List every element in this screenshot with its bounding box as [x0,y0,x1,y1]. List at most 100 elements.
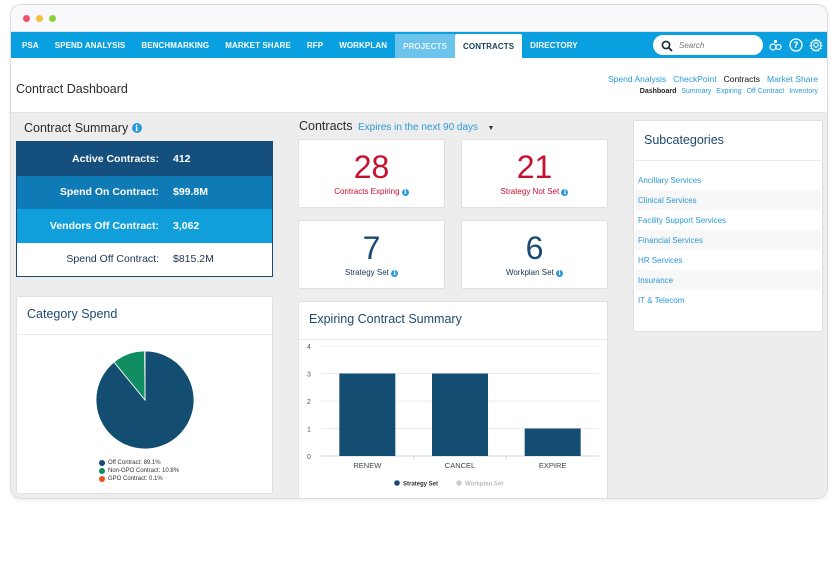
stat-value: 6 [525,230,544,266]
maximize-window-button[interactable] [49,15,56,22]
subcategory-it-telecom[interactable]: IT & Telecom [635,290,821,310]
info-icon[interactable]: i [401,189,409,196]
chevron-down-icon[interactable]: ▼ [488,125,495,132]
bar-expire[interactable] [524,428,581,457]
bar-renew[interactable] [339,373,396,457]
nav-spend-analysis[interactable]: SPEND ANALYSIS [47,32,134,58]
subnav-expiring[interactable]: Expiring [716,88,741,95]
nav-workplan[interactable]: WORKPLAN [331,32,395,58]
summary-label: Spend Off Contract: [66,253,159,266]
y-tick-label: 3 [307,372,311,379]
stat-card-workplan-set[interactable]: 6 Workplan Set i [461,220,608,289]
subnav-contracts[interactable]: Contracts [724,74,760,84]
stat-value: 21 [516,149,553,185]
legend-label: Off Contract: 89.1% [108,460,161,466]
contract-summary-title-text: Contract Summary [24,121,129,135]
legend-swatch [394,480,400,486]
x-tick-label: EXPIRE [539,461,567,470]
legend-swatch [99,476,105,482]
info-icon[interactable]: i [391,270,399,277]
stat-label: Contracts Expiring [334,187,400,196]
contracts-filter-dropdown[interactable]: Expires in the next 90 days [358,122,478,133]
legend-item-strategy-set[interactable]: Strategy Set [403,482,438,488]
category-spend-card: Category Spend Off Contract: 89.1% Non-G… [16,296,273,494]
contract-summary-title: Contract Summary i [24,121,142,135]
contracts-section-title: Contracts Expires in the next 90 days ▼ [299,119,494,133]
y-tick-label: 4 [307,344,311,351]
subcategory-clinical-services[interactable]: Clinical Services [635,190,821,210]
summary-row-spend-on-contract[interactable]: Spend On Contract: $99.8M [17,175,272,209]
legend-item-non-gpo-contract[interactable]: Non-GPO Contract: 10.8% [99,467,179,475]
legend-label: GPO Contract: 0.1% [108,476,163,482]
stat-card-strategy-not-set[interactable]: 21 Strategy Not Set i [461,139,608,208]
subnav-summary[interactable]: Summary [681,88,711,95]
subnav-off-contract[interactable]: Off Contract [747,88,785,95]
search-box[interactable] [653,35,763,55]
stat-card-contracts-expiring[interactable]: 28 Contracts Expiring i [298,139,445,208]
expiring-contract-summary-title: Expiring Contract Summary [299,302,607,340]
expiring-contract-bar-chart: 0 1 2 3 4 RENEW CANCEL EXPIRE Strategy Set Workpl… [307,344,599,488]
minimize-window-button[interactable] [36,15,43,22]
subcategory-hr-services[interactable]: HR Services [635,250,821,270]
stat-value: 28 [353,149,390,185]
bar-cancel[interactable] [432,373,488,457]
summary-label: Vendors Off Contract: [49,219,159,232]
subnav-spend-analysis[interactable]: Spend Analysis [608,74,666,84]
legend-swatch [99,468,105,474]
subcategory-financial-services[interactable]: Financial Services [635,230,821,250]
gear-icon[interactable] [808,37,823,52]
nav-psa[interactable]: PSA [14,32,47,58]
users-icon[interactable] [768,37,783,52]
search-input[interactable] [679,40,759,50]
legend-swatch [456,480,462,486]
nav-contracts[interactable]: CONTRACTS [455,34,523,58]
summary-row-active-contracts[interactable]: Active Contracts: 412 [17,142,272,176]
page-title: Contract Dashboard [16,82,128,96]
stat-card-strategy-set[interactable]: 7 Strategy Set i [298,220,445,289]
contract-summary-table: Active Contracts: 412 Spend On Contract:… [16,141,273,277]
subnav-secondary: Dashboard Summary Expiring Off Contract … [640,88,818,95]
legend-item-gpo-contract[interactable]: GPO Contract: 0.1% [99,475,179,483]
title-bar [11,5,827,32]
subnav-market-share[interactable]: Market Share [767,74,818,84]
summary-row-vendors-off-contract[interactable]: Vendors Off Contract: 3,062 [17,209,272,243]
subnav-checkpoint[interactable]: CheckPoint [673,74,716,84]
stat-label: Workplan Set [505,268,554,277]
contracts-title-text: Contracts [299,119,353,133]
subcategories-list: Ancillary Services Clinical Services Fac… [634,161,822,310]
category-spend-title: Category Spend [17,297,272,335]
nav-directory[interactable]: DIRECTORY [522,32,586,58]
info-icon[interactable]: i [561,189,569,196]
subcategories-title: Subcategories [634,121,822,161]
summary-value: $99.8M [173,186,209,199]
svg-text:?: ? [793,41,798,51]
legend-item-workplan-set[interactable]: Workplan Set [465,482,503,488]
nav-market-share[interactable]: MARKET SHARE [217,32,299,58]
subcategory-facility-support-services[interactable]: Facility Support Services [635,210,821,230]
nav-projects[interactable]: PROJECTS [395,34,456,58]
legend-swatch [99,460,105,466]
y-tick-label: 0 [307,454,311,461]
summary-row-spend-off-contract[interactable]: Spend Off Contract: $815.2M [17,242,272,276]
subcategories-card: Subcategories Ancillary Services Clinica… [633,120,823,332]
legend-item-off-contract[interactable]: Off Contract: 89.1% [99,459,179,467]
app-window: PSA SPEND ANALYSIS BENCHMARKING MARKET S… [11,5,827,498]
nav-rfp[interactable]: RFP [299,32,331,58]
y-tick-label: 1 [307,427,311,434]
subnav-inventory[interactable]: Inventory [789,88,818,95]
subnav-dashboard[interactable]: Dashboard [640,88,677,95]
legend-label: Non-GPO Contract: 10.8% [108,468,180,474]
expiring-contract-summary-card: Expiring Contract Summary 0 1 2 3 4 RENEW CANC… [298,301,608,498]
stat-label: Strategy Set [344,268,389,277]
subcategory-ancillary-services[interactable]: Ancillary Services [635,170,821,190]
info-icon[interactable]: i [556,270,564,277]
page-header: Contract Dashboard Spend Analysis CheckP… [11,58,827,113]
main-nav: PSA SPEND ANALYSIS BENCHMARKING MARKET S… [11,32,827,58]
stat-value: 7 [362,230,381,266]
info-icon[interactable]: i [131,123,142,133]
close-window-button[interactable] [23,15,30,22]
search-icon [661,39,673,52]
help-icon[interactable]: ? [788,37,803,52]
nav-benchmarking[interactable]: BENCHMARKING [133,32,217,58]
subcategory-insurance[interactable]: Insurance [635,270,821,290]
